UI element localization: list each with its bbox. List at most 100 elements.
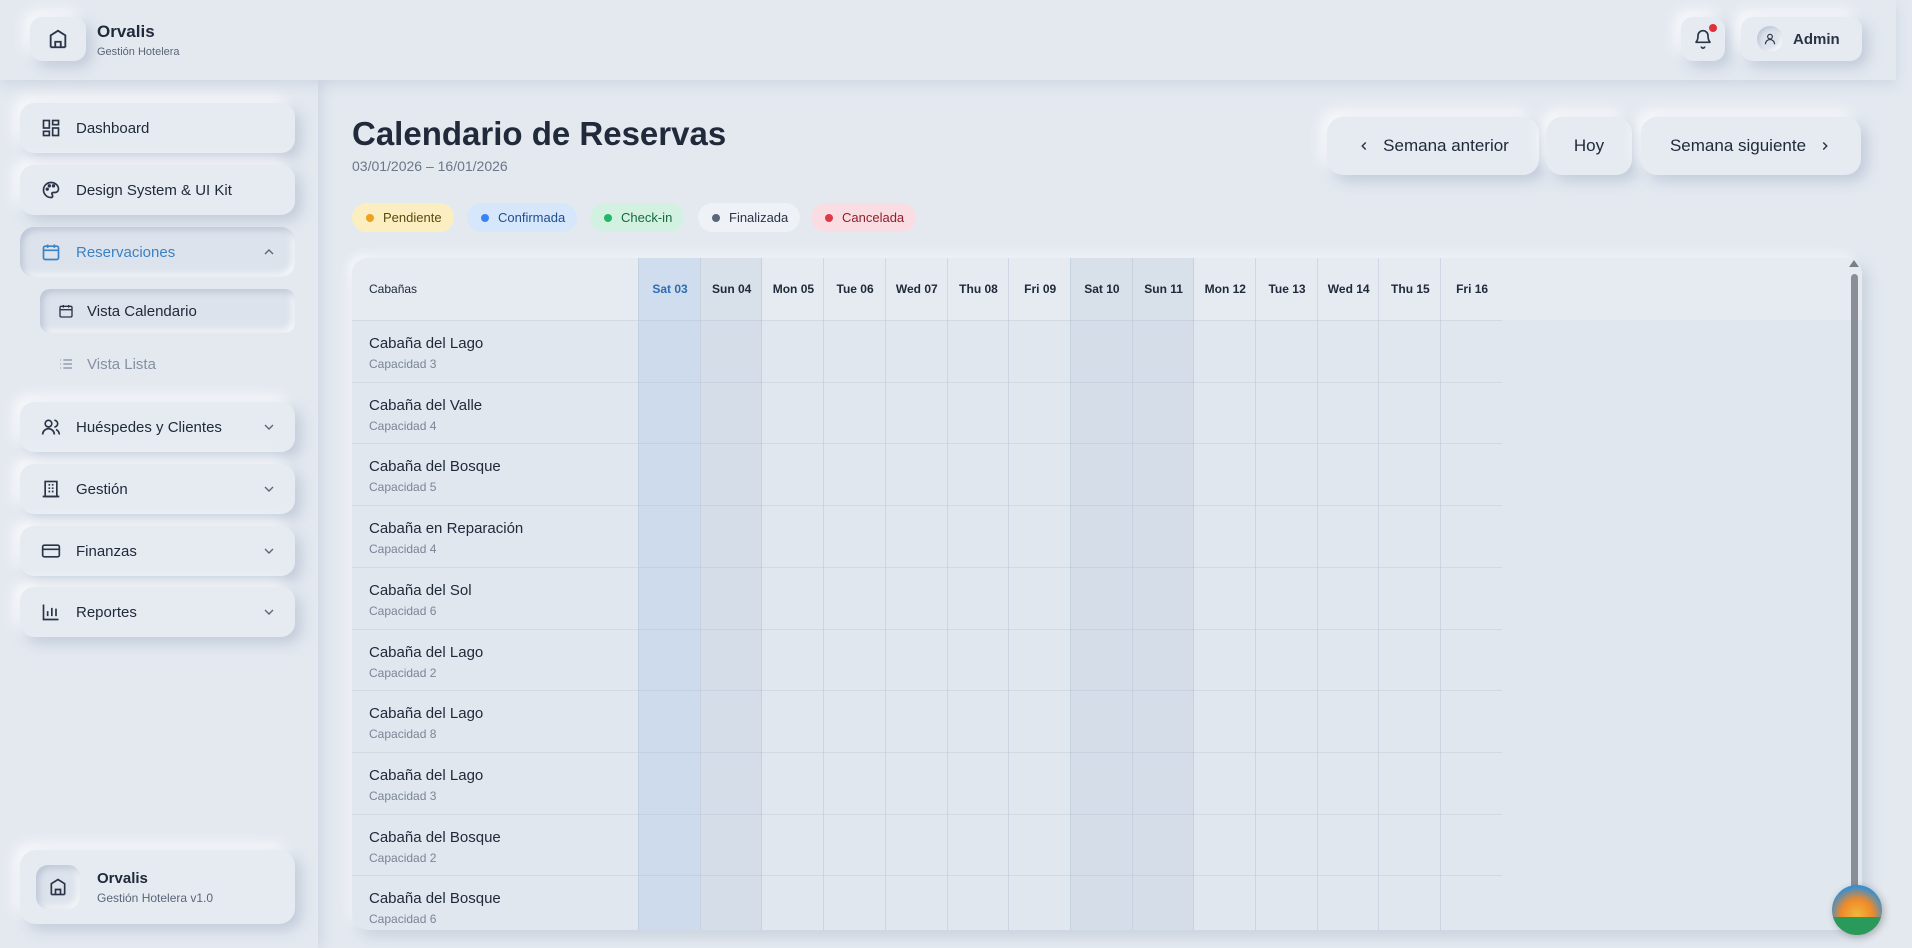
sidebar-item-gestion[interactable]: Gestión [20, 464, 295, 514]
cabin-row[interactable]: Cabaña del Lago Capacidad 8 [352, 690, 1502, 752]
sidebar-item-label: Design System & UI Kit [76, 181, 232, 199]
user-menu-button[interactable]: Admin [1741, 17, 1862, 61]
legend-dot [825, 213, 833, 222]
cabin-capacity: Capacidad 5 [369, 480, 437, 495]
legend-label: Finalizada [729, 210, 789, 225]
cabin-name: Cabaña del Lago [369, 766, 484, 784]
legend-dot [481, 213, 489, 222]
cabins-column-header: Cabañas [369, 282, 418, 296]
cabin-name: Cabaña en Reparación [369, 520, 524, 538]
cabin-capacity: Capacidad 4 [369, 418, 437, 433]
cabin-capacity: Capacidad 8 [369, 727, 437, 742]
list-icon [57, 355, 75, 373]
legend-check-in: Check-in [590, 203, 685, 232]
sidebar-item-reservaciones[interactable]: Reservaciones [20, 227, 295, 277]
bar-chart-icon [40, 601, 62, 623]
cabin-row[interactable]: Cabaña del Bosque Capacidad 6 [352, 875, 1502, 930]
sidebar-item-label: Gestión [76, 480, 128, 498]
cabin-name: Cabaña del Valle [369, 396, 483, 414]
cabin-name: Cabaña del Lago [369, 335, 484, 352]
bell-icon [1695, 29, 1711, 49]
cabin-capacity: Capacidad 3 [369, 788, 437, 803]
calendar-small-icon [57, 302, 75, 320]
footer-brand-name: Orvalis [97, 870, 148, 887]
sidebar-item-design-system[interactable]: Design System & UI Kit [20, 165, 295, 215]
sidebar-subitem-label: Vista Calendario [87, 302, 197, 320]
notifications-button[interactable] [1681, 17, 1725, 61]
date-range: 03/01/2026 – 16/01/2026 [352, 158, 508, 174]
legend-pendiente: Pendiente [352, 203, 454, 232]
chevron-down-icon [264, 548, 274, 554]
calendar-scrollbar[interactable] [1848, 258, 1860, 930]
user-icon [1757, 26, 1783, 52]
sidebar-subitem-vista-lista[interactable]: Vista Lista [40, 342, 295, 386]
sidebar-item-label: Finanzas [76, 542, 137, 560]
legend-confirmada: Confirmada [467, 203, 578, 232]
assistant-button[interactable] [1832, 885, 1882, 935]
day-header: Sun 04 [712, 282, 752, 296]
hotel-icon [49, 29, 67, 49]
legend-dot [366, 213, 374, 222]
sidebar-item-huespedes[interactable]: Huéspedes y Clientes [20, 402, 295, 452]
sidebar-subitem-vista-calendario[interactable]: Vista Calendario [40, 289, 295, 333]
sidebar-item-label: Reservaciones [76, 243, 176, 261]
sidebar-item-label: Huéspedes y Clientes [76, 418, 222, 436]
cabin-row[interactable]: Cabaña del Bosque Capacidad 5 [352, 443, 1502, 505]
legend-label: Confirmada [498, 210, 566, 225]
sidebar-item-dashboard[interactable]: Dashboard [20, 103, 295, 153]
cabin-row[interactable]: Cabaña del Bosque Capacidad 2 [352, 813, 1502, 876]
sidebar: Dashboard Design System & UI Kit Reserva… [0, 80, 318, 948]
palette-icon [40, 179, 62, 201]
legend-dot [712, 213, 720, 222]
cabin-row[interactable]: Cabaña del Lago Capacidad 2 [352, 628, 1502, 691]
today-button[interactable]: Hoy [1546, 117, 1632, 175]
chevron-right-icon [1822, 141, 1828, 151]
cabin-name: Cabaña del Sol [369, 581, 472, 599]
cabin-name: Cabaña del Bosque [369, 458, 501, 476]
building-icon [40, 478, 62, 500]
legend-finalizada: Finalizada [698, 203, 801, 232]
sidebar-item-finanzas[interactable]: Finanzas [20, 526, 295, 576]
brand-subtitle: Gestión Hotelera [97, 46, 180, 58]
legend-dot [604, 213, 612, 222]
cabin-row[interactable]: Cabaña en Reparación Capacidad 4 [352, 505, 1502, 567]
calendar-icon [40, 241, 62, 263]
legend-label: Check-in [621, 210, 673, 225]
next-week-button[interactable]: Semana siguiente [1641, 117, 1861, 175]
sidebar-item-reportes[interactable]: Reportes [20, 587, 295, 637]
footer-version: Gestión Hotelera v1.0 [97, 891, 214, 905]
prev-week-button[interactable]: Semana anterior [1327, 117, 1539, 175]
prev-week-label: Semana anterior [1383, 136, 1509, 155]
cabin-name: Cabaña del Bosque [369, 890, 501, 908]
credit-card-icon [40, 540, 62, 562]
chevron-left-icon [1361, 141, 1367, 151]
cabin-name: Cabaña del Lago [369, 643, 484, 661]
top-bar: Orvalis Gestión Hotelera Admin [0, 0, 1896, 80]
island-icon [1832, 917, 1882, 935]
page-title: Calendario de Reservas [352, 115, 727, 152]
notification-dot [1709, 24, 1717, 32]
cabin-capacity: Capacidad 2 [369, 665, 437, 680]
brand-logo[interactable] [30, 17, 86, 61]
reservation-calendar: Cabañas Sat 03 Sun 04 Mon 05 Tue 06 Wed 07 Th… [352, 258, 1862, 930]
cabin-name: Cabaña del Lago [369, 705, 484, 723]
sidebar-subitem-label: Vista Lista [87, 355, 156, 373]
chevron-down-icon [264, 424, 274, 430]
day-header: Wed 14 [1327, 282, 1370, 296]
cabin-capacity: Capacidad 6 [369, 603, 437, 618]
users-icon [40, 416, 62, 438]
brand-name: Orvalis [97, 22, 155, 41]
user-name: Admin [1793, 30, 1840, 48]
footer-logo [36, 865, 80, 909]
cabin-row[interactable]: Cabaña del Lago Capacidad 3 [352, 320, 1502, 382]
chevron-up-icon [264, 249, 274, 255]
cabin-capacity: Capacidad 3 [369, 357, 437, 371]
scroll-thumb[interactable] [1851, 274, 1858, 924]
day-header: Fri 16 [1456, 282, 1489, 296]
scroll-up-arrow[interactable] [1849, 260, 1859, 267]
cabin-row[interactable]: Cabaña del Sol Capacidad 6 [352, 566, 1502, 629]
cabin-row[interactable]: Cabaña del Lago Capacidad 3 [352, 751, 1502, 814]
sidebar-item-label: Reportes [76, 603, 137, 621]
day-header: Thu 08 [959, 282, 998, 296]
cabin-row[interactable]: Cabaña del Valle Capacidad 4 [352, 381, 1502, 444]
